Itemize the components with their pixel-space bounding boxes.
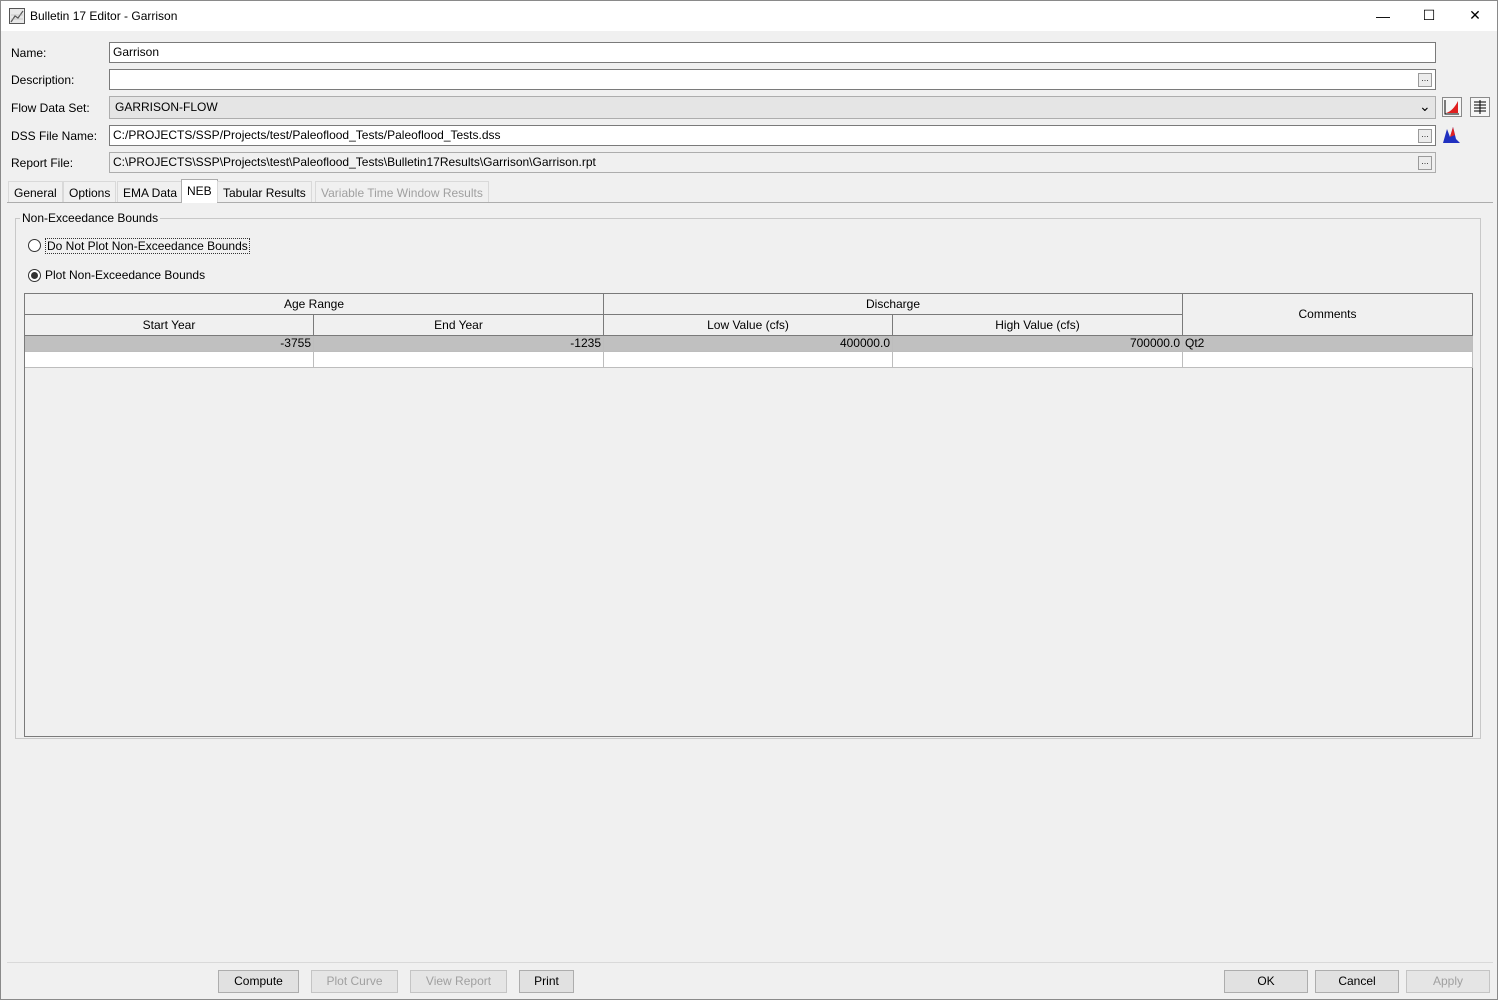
name-label: Name:	[11, 46, 47, 60]
flow-data-set-value: GARRISON-FLOW	[115, 100, 218, 114]
low-value-header[interactable]: Low Value (cfs)	[604, 315, 893, 336]
high-value-cell[interactable]: 700000.0	[893, 336, 1183, 352]
title-bar[interactable]	[0, 0, 1498, 31]
description-field[interactable]	[109, 69, 1436, 90]
neb-table[interactable]: Age Range Discharge Comments Start Year …	[24, 293, 1473, 737]
table-icon[interactable]	[1470, 97, 1490, 117]
end-year-header[interactable]: End Year	[314, 315, 604, 336]
description-browse-button[interactable]: ...	[1418, 73, 1432, 87]
report-file-field[interactable]: C:\PROJECTS\SSP\Projects\test\Paleoflood…	[109, 152, 1436, 173]
empty-cell[interactable]	[604, 352, 893, 368]
dss-file-label: DSS File Name:	[11, 129, 98, 143]
cancel-button[interactable]: Cancel	[1315, 970, 1399, 993]
view-report-button[interactable]: View Report	[410, 970, 507, 993]
dss-file-field[interactable]: C:/PROJECTS/SSP/Projects/test/Paleoflood…	[109, 125, 1436, 146]
empty-cell[interactable]	[314, 352, 604, 368]
footer-divider	[7, 962, 1493, 963]
comments-header[interactable]: Comments	[1183, 294, 1473, 336]
start-year-header[interactable]: Start Year	[25, 315, 314, 336]
name-field[interactable]: Garrison	[109, 42, 1436, 63]
compute-button[interactable]: Compute	[218, 970, 299, 993]
discharge-header: Discharge	[604, 294, 1183, 315]
chevron-down-icon[interactable]: ⌄	[1419, 98, 1431, 115]
description-label: Description:	[11, 73, 75, 87]
tab-options[interactable]: Options	[63, 181, 117, 202]
ok-button[interactable]: OK	[1224, 970, 1308, 993]
tab-variable-time-window-results[interactable]: Variable Time Window Results	[315, 181, 489, 202]
start-year-cell[interactable]: -3755	[25, 336, 314, 352]
flow-data-set-select[interactable]: GARRISON-FLOW	[109, 96, 1436, 119]
flow-data-set-label: Flow Data Set:	[11, 101, 90, 115]
end-year-cell[interactable]: -1235	[314, 336, 604, 352]
comments-cell[interactable]: Qt2	[1183, 336, 1473, 352]
plot-curve-button[interactable]: Plot Curve	[311, 970, 398, 993]
empty-cell[interactable]	[1183, 352, 1473, 368]
tab-general[interactable]: General	[8, 181, 63, 202]
neb-group-title: Non-Exceedance Bounds	[20, 211, 161, 225]
dss-data-icon[interactable]	[1442, 125, 1462, 145]
low-value-cell[interactable]: 400000.0	[604, 336, 893, 352]
high-value-header[interactable]: High Value (cfs)	[893, 315, 1183, 336]
tab-divider	[7, 202, 1493, 203]
dss-browse-button[interactable]: ...	[1418, 129, 1432, 143]
app-icon	[9, 8, 25, 24]
tab-ema-data[interactable]: EMA Data	[117, 181, 184, 202]
apply-button[interactable]: Apply	[1406, 970, 1490, 993]
empty-cell[interactable]	[25, 352, 314, 368]
report-file-label: Report File:	[11, 156, 74, 170]
plot-label[interactable]: Plot Non-Exceedance Bounds	[45, 268, 205, 282]
print-button[interactable]: Print	[519, 970, 574, 993]
close-button[interactable]: ✕	[1452, 0, 1498, 31]
minimize-button[interactable]: —	[1360, 0, 1406, 31]
do-not-plot-label[interactable]: Do Not Plot Non-Exceedance Bounds	[45, 238, 250, 254]
report-browse-button[interactable]: ...	[1418, 156, 1432, 170]
plot-curve-icon[interactable]	[1442, 97, 1462, 117]
tab-neb[interactable]: NEB	[181, 179, 218, 203]
window-title: Bulletin 17 Editor - Garrison	[30, 9, 178, 23]
radio-plot[interactable]	[28, 269, 41, 282]
age-range-header: Age Range	[25, 294, 604, 315]
empty-cell[interactable]	[893, 352, 1183, 368]
maximize-button[interactable]: ☐	[1406, 0, 1452, 31]
tab-tabular-results[interactable]: Tabular Results	[217, 181, 312, 202]
radio-do-not-plot[interactable]	[28, 239, 41, 252]
